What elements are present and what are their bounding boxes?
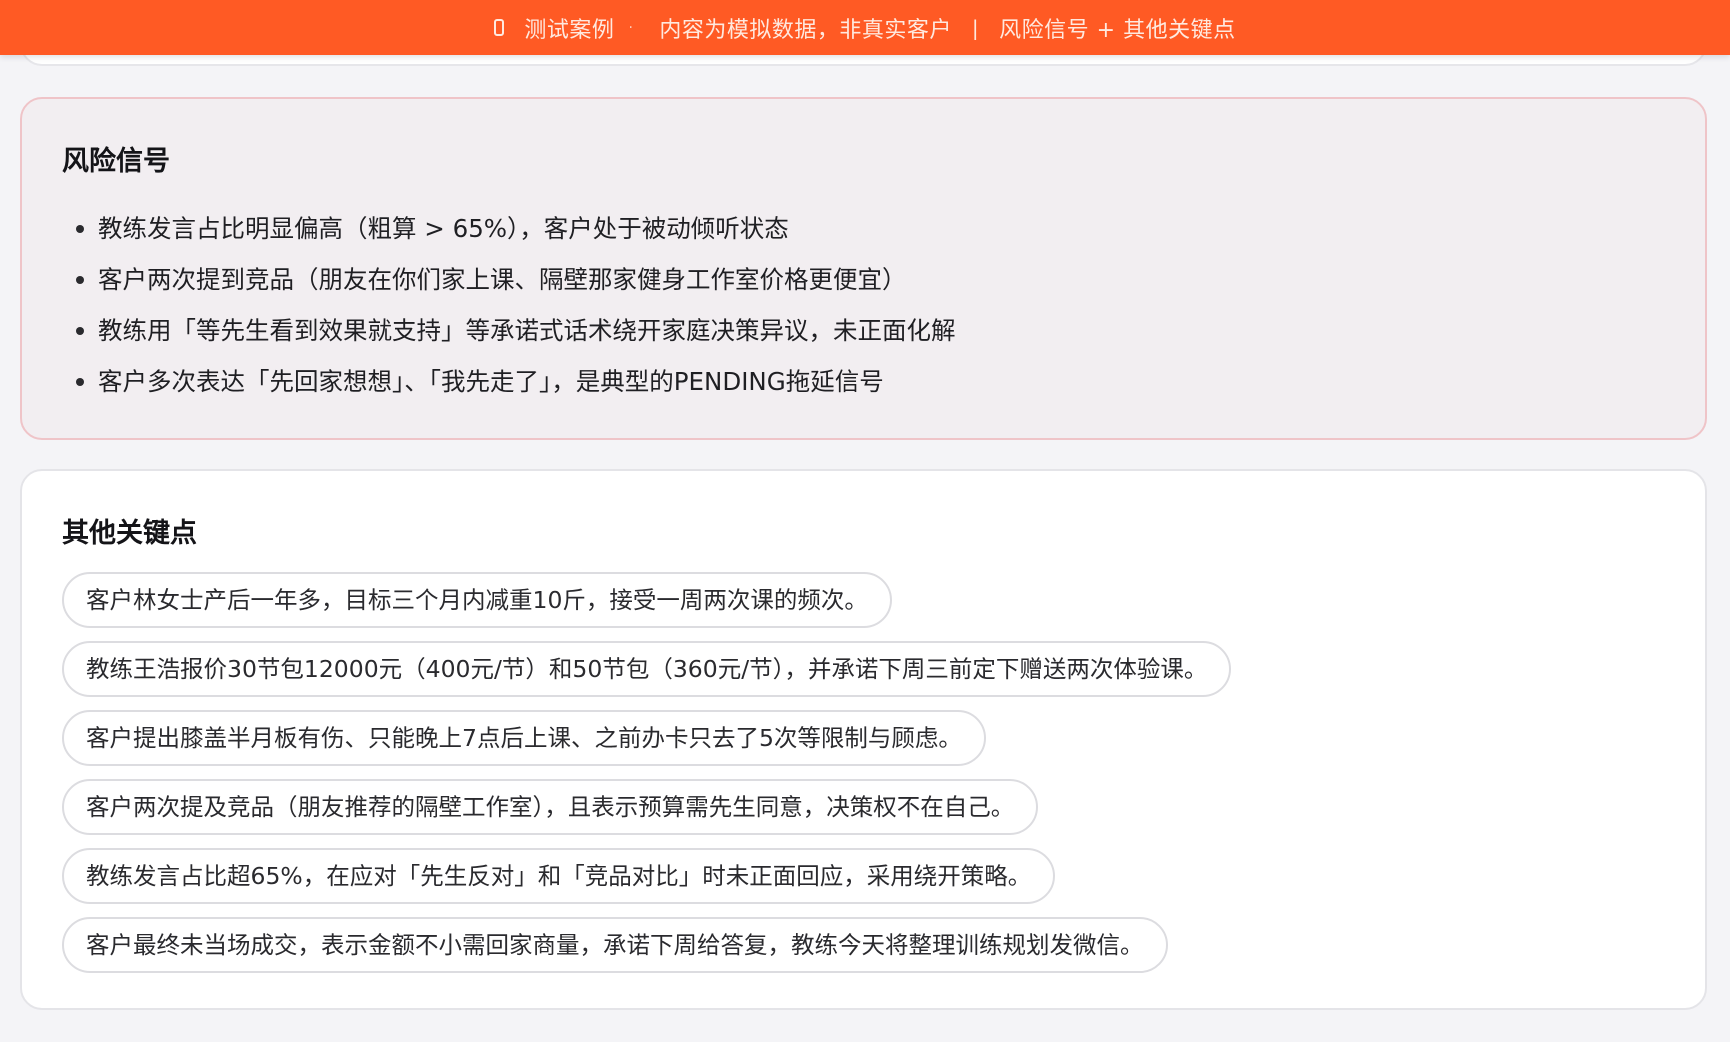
key-point-chip: 客户最终未当场成交，表示金额不小需回家商量，承诺下周给答复，教练今天将整理训练规… [62,917,1168,973]
risk-signal-item: 客户两次提到竞品（朋友在你们家上课、隔壁那家健身工作室价格更便宜） [62,254,956,305]
risk-signal-text: 教练发言占比明显偏高（粗算 > 65%），客户处于被动倾听状态 [98,214,789,243]
key-point-chip: 教练王浩报价30节包12000元（400元/节）和50节包（360元/节），并承… [62,641,1232,697]
risk-signals-card: 风险信号 教练发言占比明显偏高（粗算 > 65%），客户处于被动倾听状态 客户两… [20,97,1707,440]
risk-signal-text: 教练用「等先生看到效果就支持」等承诺式话术绕开家庭决策异议，未正面化解 [98,316,956,345]
risk-signal-text: 客户两次提到竞品（朋友在你们家上课、隔壁那家健身工作室价格更便宜） [98,265,907,294]
banner-note: 内容为模拟数据，非真实客户 [659,17,952,43]
bullet-icon [76,327,84,335]
bullet-icon [76,378,84,386]
key-point-chip: 客户林女士产后一年多，目标三个月内减重10斤，接受一周两次课的频次。 [62,572,892,628]
test-case-banner: 测试案例 · 内容为模拟数据，非真实客户 | 风险信号 + 其他关键点 [0,0,1730,55]
risk-signals-title: 风险信号 [62,146,170,177]
risk-signal-item: 教练用「等先生看到效果就支持」等承诺式话术绕开家庭决策异议，未正面化解 [62,305,956,356]
key-point-chip: 客户两次提及竞品（朋友推荐的隔壁工作室），且表示预算需先生同意，决策权不在自己。 [62,779,1039,835]
banner-label: 测试案例 [524,17,615,43]
risk-signals-list: 教练发言占比明显偏高（粗算 > 65%），客户处于被动倾听状态 客户两次提到竞品… [62,203,956,407]
phone-icon [494,19,505,36]
risk-signal-item: 客户多次表达「先回家想想」、「我先走了」，是典型的PENDING拖延信号 [62,356,956,407]
banner-separator: | [971,15,980,40]
banner-dot: · [628,19,634,36]
key-point-chip: 教练发言占比超65%，在应对「先生反对」和「竞品对比」时未正面回应，采用绕开策略… [62,848,1056,904]
key-points-list: 客户林女士产后一年多，目标三个月内减重10斤，接受一周两次课的频次。 教练王浩报… [62,572,1232,986]
key-points-title: 其他关键点 [62,518,197,549]
key-points-card: 其他关键点 客户林女士产后一年多，目标三个月内减重10斤，接受一周两次课的频次。… [20,469,1707,1010]
bullet-icon [76,276,84,284]
risk-signal-item: 教练发言占比明显偏高（粗算 > 65%），客户处于被动倾听状态 [62,203,956,254]
key-point-chip: 客户提出膝盖半月板有伤、只能晚上7点后上课、之前办卡只去了5次等限制与顾虑。 [62,710,986,766]
bullet-icon [76,225,84,233]
risk-signal-text: 客户多次表达「先回家想想」、「我先走了」，是典型的PENDING拖延信号 [98,367,884,396]
banner-section: 风险信号 + 其他关键点 [999,17,1236,43]
